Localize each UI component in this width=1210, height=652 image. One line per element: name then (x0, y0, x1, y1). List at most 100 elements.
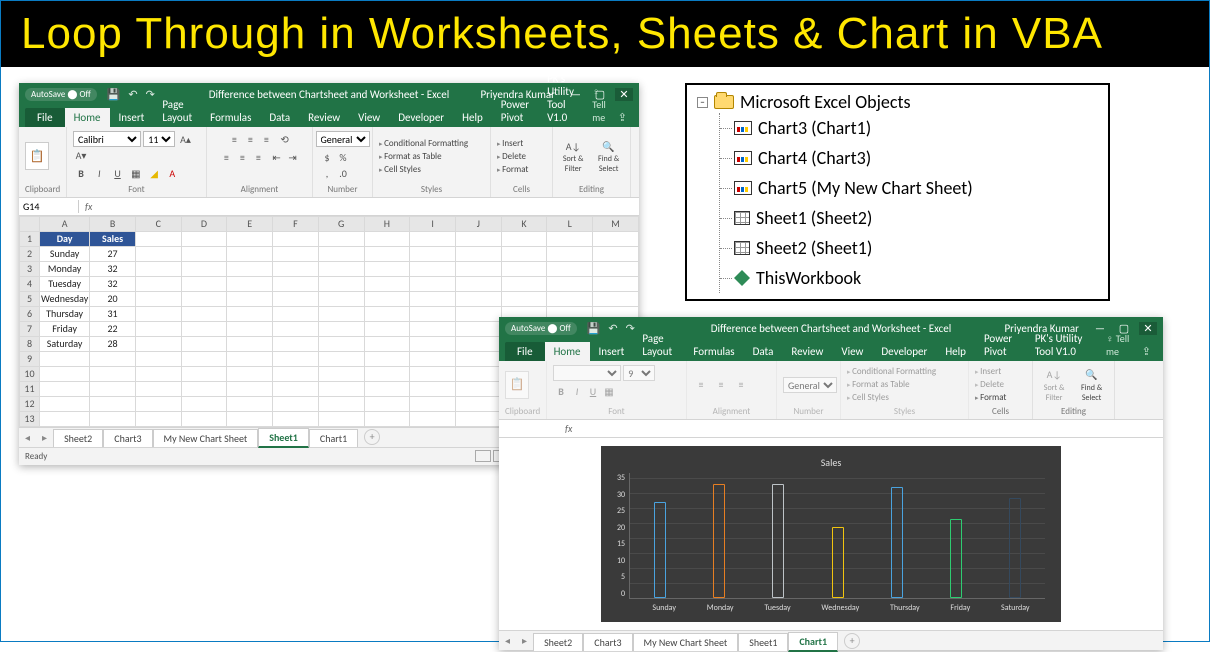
cell[interactable] (501, 231, 547, 246)
row-header[interactable]: 8 (20, 336, 40, 351)
number-format-select[interactable]: General (316, 131, 370, 147)
row-header[interactable]: 1 (20, 231, 40, 246)
cell[interactable] (364, 231, 410, 246)
italic-icon[interactable]: I (91, 166, 107, 182)
cell[interactable]: 27 (90, 246, 136, 261)
cell[interactable] (318, 276, 364, 291)
font-size-select[interactable]: 11 (143, 131, 175, 147)
ribbon-tab-home[interactable]: Home (65, 108, 110, 127)
cell[interactable] (227, 381, 273, 396)
cell[interactable] (135, 231, 181, 246)
cell[interactable] (135, 351, 181, 366)
fx-icon[interactable]: fx (79, 200, 98, 213)
tree-root[interactable]: − Microsoft Excel Objects (697, 91, 1098, 113)
cell[interactable]: Day (40, 231, 90, 246)
row-header[interactable]: 12 (20, 396, 40, 411)
col-header[interactable]: G (318, 216, 364, 231)
cell[interactable] (135, 276, 181, 291)
cell[interactable] (593, 291, 639, 306)
ribbon-tab-developer[interactable]: Developer (389, 108, 453, 127)
cell[interactable] (547, 261, 593, 276)
cell[interactable]: 32 (90, 276, 136, 291)
col-header[interactable]: B (90, 216, 136, 231)
fill-color-icon[interactable]: ◢ (146, 166, 162, 182)
col-header[interactable]: D (181, 216, 227, 231)
cell[interactable] (455, 276, 501, 291)
cell[interactable] (318, 231, 364, 246)
cell[interactable] (364, 321, 410, 336)
indent-inc-icon[interactable]: ⇥ (285, 149, 301, 165)
cell[interactable] (410, 276, 456, 291)
cell[interactable] (273, 291, 319, 306)
ribbon-tab-formulas[interactable]: Formulas (684, 342, 743, 361)
cell[interactable] (90, 351, 136, 366)
sort-filter-icon[interactable]: A↓ (565, 138, 581, 154)
insert-cells-button[interactable]: Insert (497, 137, 528, 150)
chart[interactable]: Sales 35302520151050 SundayMondayTuesday… (601, 446, 1061, 622)
cell[interactable] (318, 351, 364, 366)
cell[interactable] (40, 366, 90, 381)
cell[interactable] (410, 321, 456, 336)
sheet-nav-prev-icon[interactable]: ◂ (19, 431, 36, 444)
cell[interactable] (455, 231, 501, 246)
cell[interactable] (273, 366, 319, 381)
row-header[interactable]: 6 (20, 306, 40, 321)
cell[interactable] (40, 351, 90, 366)
cell[interactable]: Tuesday (40, 276, 90, 291)
autosave-toggle[interactable]: AutoSave ⬤ Off (505, 322, 577, 335)
col-header[interactable]: L (547, 216, 593, 231)
ribbon-tab-view[interactable]: View (349, 108, 389, 127)
cell[interactable] (273, 321, 319, 336)
insert-cells-button[interactable]: Insert (975, 365, 1006, 378)
cell[interactable] (593, 231, 639, 246)
sheet-tab-chart3[interactable]: Chart3 (103, 429, 152, 447)
sheet-nav-prev-icon[interactable]: ◂ (499, 634, 516, 647)
cell[interactable] (227, 351, 273, 366)
chart-bar[interactable] (832, 527, 844, 598)
save-icon[interactable]: 💾 (587, 322, 601, 335)
cell[interactable] (181, 336, 227, 351)
cell[interactable] (364, 306, 410, 321)
cell[interactable] (593, 261, 639, 276)
name-box[interactable]: G14 (19, 200, 79, 213)
ribbon-tab-page-layout[interactable]: Page Layout (633, 329, 684, 361)
cell[interactable] (318, 336, 364, 351)
cell[interactable] (227, 366, 273, 381)
cell[interactable] (181, 246, 227, 261)
cell[interactable] (410, 366, 456, 381)
cell[interactable] (364, 246, 410, 261)
cell[interactable]: Sunday (40, 246, 90, 261)
save-icon[interactable]: 💾 (107, 88, 121, 101)
cell[interactable] (135, 306, 181, 321)
ribbon-tab-insert[interactable]: Insert (110, 108, 154, 127)
cell[interactable] (181, 411, 227, 426)
cell[interactable] (364, 351, 410, 366)
cell[interactable] (273, 411, 319, 426)
tree-item[interactable]: Chart4 (Chart3) (720, 143, 1098, 173)
cell[interactable] (227, 411, 273, 426)
cell[interactable] (135, 246, 181, 261)
cell[interactable] (181, 381, 227, 396)
ribbon-tab-data[interactable]: Data (260, 108, 299, 127)
cell[interactable] (410, 261, 456, 276)
cell[interactable] (90, 381, 136, 396)
cell[interactable] (181, 321, 227, 336)
row-header[interactable]: 10 (20, 366, 40, 381)
row-header[interactable]: 2 (20, 246, 40, 261)
align-center-icon[interactable]: ≡ (234, 149, 250, 165)
cell[interactable] (273, 276, 319, 291)
cell[interactable] (318, 291, 364, 306)
align-top-icon[interactable]: ≡ (226, 131, 242, 147)
align-mid-icon[interactable]: ≡ (242, 131, 258, 147)
cell[interactable] (318, 396, 364, 411)
cell[interactable] (135, 396, 181, 411)
sheet-tab-sheet2[interactable]: Sheet2 (53, 429, 103, 447)
share-icon[interactable]: ⇪ (1136, 342, 1157, 361)
ribbon-tab-power-pivot[interactable]: Power Pivot (492, 95, 538, 127)
ribbon-tab-formulas[interactable]: Formulas (201, 108, 260, 127)
cell[interactable] (455, 306, 501, 321)
collapse-icon[interactable]: − (697, 97, 708, 108)
comma-icon[interactable]: , (319, 165, 335, 181)
ribbon-tab-home[interactable]: Home (545, 342, 590, 361)
font-name-select[interactable]: Calibri (73, 131, 141, 147)
